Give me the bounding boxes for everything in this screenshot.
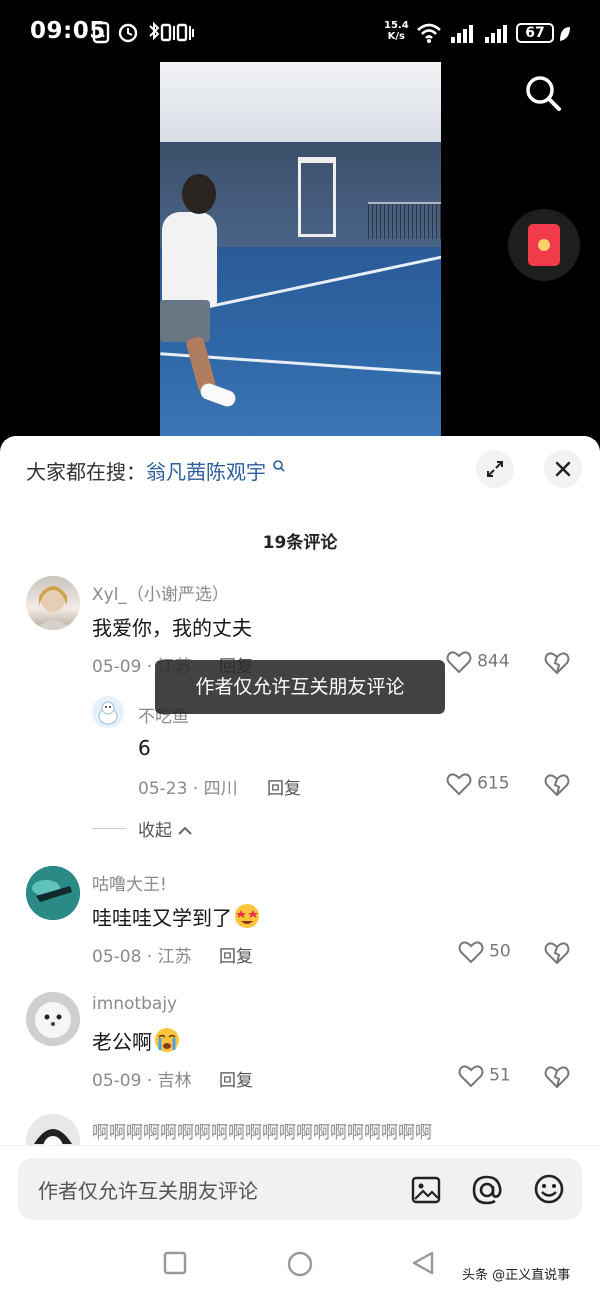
like-button[interactable]: 50 <box>458 940 511 964</box>
back-icon[interactable] <box>410 1250 436 1276</box>
heart-icon <box>458 1065 484 1088</box>
toast-message: 作者仅允许互关朋友评论 <box>155 660 445 714</box>
partial-comment: 啊啊啊啊啊啊啊啊啊啊啊啊啊啊啊啊啊啊啊啊 <box>0 1112 600 1146</box>
avatar[interactable] <box>26 576 80 630</box>
divider <box>92 828 126 829</box>
status-bar: 09:05 15.4 K/s 67 <box>0 0 600 62</box>
home-icon[interactable] <box>286 1250 314 1278</box>
divider <box>0 1145 600 1146</box>
comment-text: 老公啊 <box>92 1026 182 1055</box>
leaf-icon <box>560 27 570 41</box>
video-ceiling <box>160 62 441 142</box>
reply-button[interactable]: 回复 <box>219 947 253 967</box>
comment-input-placeholder: 作者仅允许互关朋友评论 <box>38 1179 258 1203</box>
trending-search-keyword[interactable]: 翁凡茜陈观宇 <box>146 460 266 484</box>
avatar[interactable] <box>92 696 124 728</box>
red-packet-seal <box>538 239 550 251</box>
network-speed: 15.4 K/s <box>384 20 409 42</box>
network-speed-value: 15.4 <box>384 20 409 31</box>
player-body <box>162 212 217 307</box>
crying-emoji-icon <box>155 1028 179 1052</box>
comment-username[interactable]: Xyl_（小谢严选） <box>92 580 229 605</box>
collapse-label: 收起 <box>138 821 172 841</box>
red-packet-icon <box>528 224 560 266</box>
like-button[interactable]: 844 <box>446 650 510 674</box>
player-head <box>182 174 216 214</box>
comment-date: 05-09 <box>92 657 142 677</box>
comment-date: 05-09 <box>92 1071 142 1091</box>
trending-search[interactable]: 大家都在搜：翁凡茜陈观宇 <box>26 456 286 485</box>
close-button[interactable] <box>544 450 582 488</box>
like-button[interactable]: 615 <box>446 772 510 796</box>
dislike-icon[interactable] <box>544 941 570 965</box>
avatar-image <box>34 586 72 630</box>
signal-icon-1 <box>451 25 473 43</box>
comment-input[interactable]: 作者仅允许互关朋友评论 <box>18 1158 582 1220</box>
network-speed-unit: K/s <box>387 31 406 42</box>
avatar[interactable] <box>26 866 80 920</box>
umpire-chair <box>298 157 336 237</box>
avatar-image <box>26 992 80 1046</box>
comment-date: 05-08 <box>92 947 142 967</box>
comment-username[interactable]: 咕噜大王! <box>92 870 167 895</box>
comment-meta: 05-23 · 四川 回复 <box>138 779 302 799</box>
like-count: 844 <box>477 651 510 672</box>
comment-text-body: 哇哇哇又学到了 <box>92 906 232 930</box>
red-packet-button[interactable] <box>508 209 580 281</box>
comment-location: 吉林 <box>157 1071 192 1091</box>
search-icon <box>273 460 285 472</box>
dislike-icon[interactable] <box>544 1065 570 1089</box>
watermark: 头条 @正义直说事 <box>462 1268 571 1283</box>
comment-location: 四川 <box>203 779 238 799</box>
heart-icon <box>446 651 472 674</box>
emoji-icon[interactable] <box>532 1172 566 1206</box>
battery-indicator: 67 <box>516 23 554 43</box>
at-mention-icon[interactable] <box>470 1173 504 1207</box>
comment-meta: 05-08 · 江苏 回复 <box>92 947 254 967</box>
image-icon[interactable] <box>410 1174 442 1206</box>
reply-button[interactable]: 回复 <box>219 1071 253 1091</box>
dislike-icon[interactable] <box>544 651 570 675</box>
signal-icon-2 <box>485 25 507 43</box>
close-icon <box>555 461 571 477</box>
avatar-image <box>26 1114 80 1146</box>
comment-count: 19条评论 <box>262 533 338 553</box>
avatar[interactable] <box>26 1114 80 1146</box>
comment-username[interactable]: imnotbajy <box>92 994 177 1014</box>
comment-text: 我爱你，我的丈夫 <box>92 616 252 640</box>
like-button[interactable]: 51 <box>458 1064 511 1088</box>
comment-text: 哇哇哇又学到了 <box>92 902 262 931</box>
comment-text: 6 <box>138 736 151 760</box>
video-player[interactable] <box>160 62 441 442</box>
wifi-icon <box>417 23 441 43</box>
chevron-up-icon <box>178 826 193 835</box>
comment-text-body: 老公啊 <box>92 1030 152 1054</box>
comment-username[interactable]: 啊啊啊啊啊啊啊啊啊啊啊啊啊啊啊啊啊啊啊啊 <box>92 1118 432 1143</box>
expand-button[interactable] <box>476 450 514 488</box>
status-icons <box>92 21 194 44</box>
tennis-net <box>368 202 441 239</box>
player-shorts <box>160 300 210 342</box>
comment-panel: 大家都在搜：翁凡茜陈观宇 19条评论 Xyl_（小谢严选） 我爱你，我的丈夫 0… <box>0 436 600 1295</box>
avatar-image <box>98 701 118 725</box>
comment-location: 江苏 <box>157 947 192 967</box>
heart-icon <box>458 941 484 964</box>
avatar[interactable] <box>26 992 80 1046</box>
collapse-button[interactable]: 收起 <box>138 816 193 841</box>
comment-date: 05-23 <box>138 779 188 799</box>
trending-search-prefix: 大家都在搜： <box>26 460 146 484</box>
avatar-image <box>26 866 80 920</box>
expand-icon <box>487 461 503 477</box>
star-eyes-emoji-icon <box>235 904 259 928</box>
reply-button[interactable]: 回复 <box>267 779 301 799</box>
comment-meta: 05-09 · 吉林 回复 <box>92 1071 254 1091</box>
search-icon[interactable] <box>522 72 564 114</box>
heart-icon <box>446 773 472 796</box>
dislike-icon[interactable] <box>544 773 570 797</box>
like-count: 615 <box>477 773 510 794</box>
recent-apps-icon[interactable] <box>162 1250 188 1276</box>
like-count: 51 <box>489 1065 511 1086</box>
like-count: 50 <box>489 941 511 962</box>
